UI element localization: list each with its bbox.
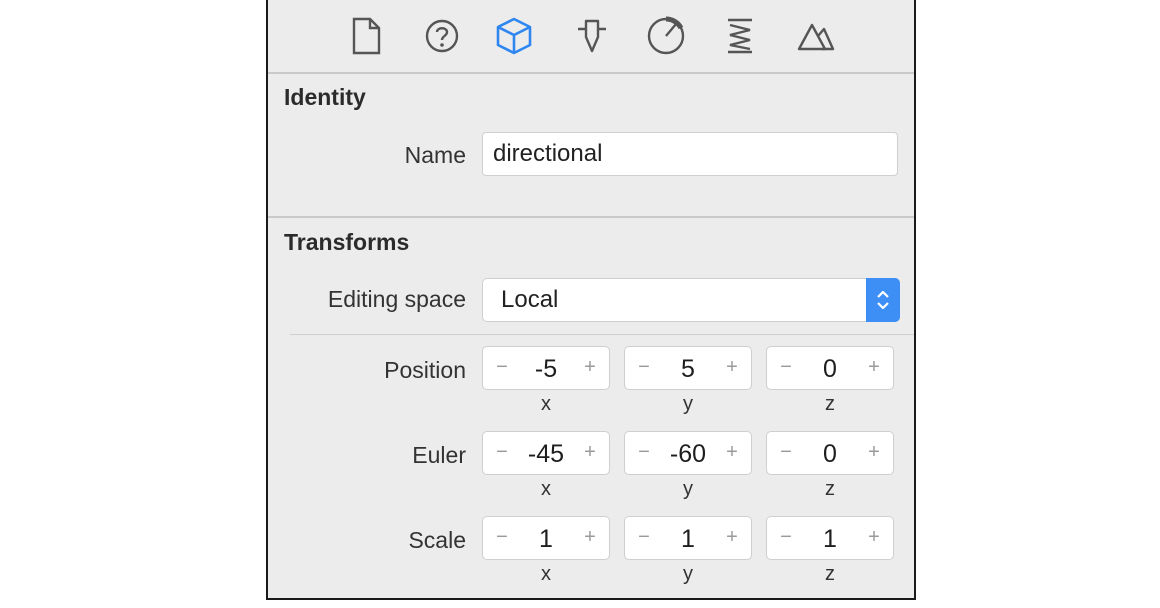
- euler-x-value[interactable]: -45: [511, 432, 581, 476]
- position-z-stepper[interactable]: − 0 +: [766, 346, 894, 390]
- axis-label-x: x: [541, 563, 551, 585]
- increment-button[interactable]: +: [577, 517, 603, 559]
- scale-label: Scale: [408, 527, 466, 553]
- position-y-value[interactable]: 5: [653, 347, 723, 391]
- inspector-toolbar: [268, 0, 914, 74]
- file-icon[interactable]: [344, 14, 388, 58]
- node-cube-icon[interactable]: [492, 14, 536, 58]
- select-arrows-icon: [866, 278, 900, 322]
- euler-z-value[interactable]: 0: [795, 432, 865, 476]
- increment-button[interactable]: +: [577, 347, 603, 389]
- name-field[interactable]: [482, 132, 898, 176]
- axis-label-y: y: [683, 563, 693, 585]
- euler-x-stepper[interactable]: − -45 +: [482, 431, 610, 475]
- axis-label-y: y: [683, 393, 693, 415]
- axis-label-x: x: [541, 478, 551, 500]
- transforms-section-title: Transforms: [284, 229, 410, 255]
- increment-button[interactable]: +: [861, 517, 887, 559]
- position-x-stepper[interactable]: − -5 +: [482, 346, 610, 390]
- euler-y-stepper[interactable]: − -60 +: [624, 431, 752, 475]
- help-icon[interactable]: [420, 14, 464, 58]
- constraints-icon[interactable]: [718, 14, 762, 58]
- scale-y-stepper[interactable]: − 1 +: [624, 516, 752, 560]
- increment-button[interactable]: +: [719, 517, 745, 559]
- position-x-value[interactable]: -5: [511, 347, 581, 391]
- editing-space-value: Local: [501, 286, 559, 313]
- section-divider: [268, 216, 914, 218]
- increment-button[interactable]: +: [719, 432, 745, 474]
- increment-button[interactable]: +: [861, 347, 887, 389]
- editing-space-select[interactable]: Local: [482, 278, 900, 322]
- euler-label: Euler: [412, 442, 466, 468]
- axis-label-z: z: [825, 478, 835, 500]
- increment-button[interactable]: +: [861, 432, 887, 474]
- physics-icon[interactable]: [644, 14, 688, 58]
- scene-icon[interactable]: [794, 14, 838, 58]
- scale-z-value[interactable]: 1: [795, 517, 865, 561]
- node-inspector-panel: Identity Name Transforms Editing space L…: [266, 0, 916, 600]
- position-y-stepper[interactable]: − 5 +: [624, 346, 752, 390]
- identity-section-title: Identity: [284, 84, 366, 110]
- increment-button[interactable]: +: [577, 432, 603, 474]
- name-label: Name: [404, 142, 466, 168]
- transforms-subdivider: [290, 334, 914, 335]
- increment-button[interactable]: +: [719, 347, 745, 389]
- attributes-icon[interactable]: [570, 14, 614, 58]
- axis-label-z: z: [825, 563, 835, 585]
- scale-x-stepper[interactable]: − 1 +: [482, 516, 610, 560]
- scale-x-value[interactable]: 1: [511, 517, 581, 561]
- scale-y-value[interactable]: 1: [653, 517, 723, 561]
- editing-space-label: Editing space: [327, 286, 466, 312]
- scale-z-stepper[interactable]: − 1 +: [766, 516, 894, 560]
- axis-label-x: x: [541, 393, 551, 415]
- position-z-value[interactable]: 0: [795, 347, 865, 391]
- axis-label-z: z: [825, 393, 835, 415]
- euler-y-value[interactable]: -60: [653, 432, 723, 476]
- position-label: Position: [384, 357, 466, 383]
- euler-z-stepper[interactable]: − 0 +: [766, 431, 894, 475]
- axis-label-y: y: [683, 478, 693, 500]
